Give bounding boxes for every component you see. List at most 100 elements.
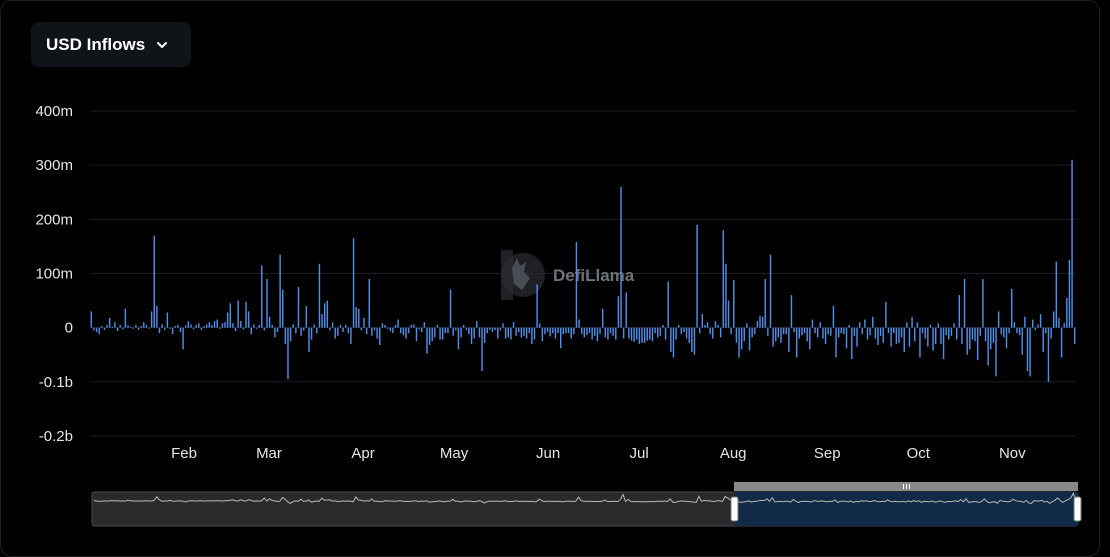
bar[interactable] [990, 327, 992, 350]
bar[interactable] [122, 327, 124, 330]
bar[interactable] [169, 327, 171, 329]
bar[interactable] [413, 324, 415, 328]
bar[interactable] [1063, 323, 1065, 328]
bar[interactable] [520, 327, 523, 338]
bar[interactable] [691, 327, 693, 353]
bar[interactable] [845, 327, 848, 349]
bar[interactable] [334, 327, 336, 339]
bar[interactable] [90, 311, 93, 328]
bar[interactable] [853, 327, 856, 336]
bar[interactable] [536, 284, 538, 328]
bar[interactable] [604, 327, 607, 338]
bar[interactable] [447, 327, 449, 334]
bar[interactable] [622, 327, 625, 339]
bar[interactable] [132, 327, 134, 329]
bar[interactable] [250, 327, 252, 335]
bar[interactable] [518, 327, 520, 332]
bar[interactable] [462, 324, 465, 328]
bar[interactable] [667, 281, 669, 328]
bar[interactable] [625, 292, 627, 328]
bar[interactable] [651, 327, 654, 342]
bar[interactable] [177, 324, 179, 328]
bar[interactable] [499, 327, 502, 331]
bar[interactable] [436, 324, 439, 328]
bar[interactable] [478, 327, 481, 338]
bar[interactable] [119, 324, 121, 328]
bar[interactable] [410, 324, 412, 328]
bar[interactable] [111, 326, 114, 328]
bar[interactable] [748, 327, 751, 351]
bar[interactable] [441, 327, 444, 340]
bar[interactable] [767, 327, 769, 336]
bar[interactable] [1016, 327, 1018, 334]
bar[interactable] [261, 265, 263, 328]
bar[interactable] [1042, 327, 1044, 353]
bar[interactable] [769, 254, 772, 328]
bar[interactable] [161, 324, 163, 328]
bar[interactable] [98, 327, 100, 335]
bar[interactable] [601, 308, 604, 328]
bar[interactable] [145, 324, 148, 328]
bar[interactable] [339, 324, 342, 328]
bar[interactable] [525, 327, 528, 339]
bar[interactable] [641, 327, 643, 343]
bar[interactable] [646, 327, 648, 341]
bar[interactable] [992, 327, 995, 343]
bar[interactable] [331, 322, 334, 328]
bar[interactable] [318, 263, 321, 328]
bar[interactable] [879, 327, 882, 336]
bar[interactable] [452, 327, 454, 336]
bar[interactable] [995, 327, 997, 377]
bar[interactable] [557, 327, 559, 334]
bar[interactable] [554, 327, 557, 339]
bar[interactable] [704, 324, 706, 328]
bar[interactable] [263, 327, 266, 331]
bar[interactable] [628, 327, 630, 339]
bar[interactable] [497, 327, 499, 339]
bar[interactable] [843, 327, 845, 335]
bar[interactable] [531, 327, 533, 344]
bar[interactable] [1005, 327, 1008, 349]
bar[interactable] [510, 327, 512, 340]
bar[interactable] [649, 327, 651, 340]
bar[interactable] [559, 327, 562, 349]
bar[interactable] [785, 327, 787, 335]
bar[interactable] [725, 263, 727, 328]
bar[interactable] [544, 327, 546, 335]
bar[interactable] [696, 224, 698, 328]
bar[interactable] [415, 327, 418, 342]
bar[interactable] [1003, 327, 1005, 338]
bar[interactable] [864, 319, 866, 328]
bar[interactable] [171, 327, 174, 335]
bar[interactable] [940, 327, 942, 344]
bar[interactable] [93, 327, 95, 331]
bar[interactable] [906, 322, 908, 328]
bar[interactable] [211, 324, 213, 328]
bar[interactable] [580, 327, 583, 335]
bar[interactable] [1060, 327, 1063, 358]
bar[interactable] [376, 327, 378, 339]
bar[interactable] [693, 327, 696, 355]
bar[interactable] [575, 242, 578, 328]
bar[interactable] [379, 327, 381, 345]
bar[interactable] [945, 327, 947, 336]
bar[interactable] [982, 278, 984, 328]
bar[interactable] [730, 327, 732, 335]
bar[interactable] [895, 327, 898, 344]
bar[interactable] [143, 322, 145, 328]
bar[interactable] [1000, 327, 1002, 335]
bar[interactable] [822, 327, 824, 339]
bar[interactable] [743, 327, 745, 342]
bar[interactable] [570, 327, 572, 339]
bar[interactable] [701, 314, 704, 328]
bar[interactable] [607, 327, 609, 340]
bar[interactable] [242, 327, 245, 330]
bar[interactable] [966, 327, 968, 355]
bar[interactable] [434, 327, 436, 338]
bar[interactable] [803, 327, 806, 334]
bar[interactable] [507, 327, 509, 338]
bar[interactable] [148, 327, 150, 329]
bar[interactable] [358, 308, 360, 328]
bar[interactable] [350, 327, 352, 344]
bar[interactable] [586, 327, 588, 336]
